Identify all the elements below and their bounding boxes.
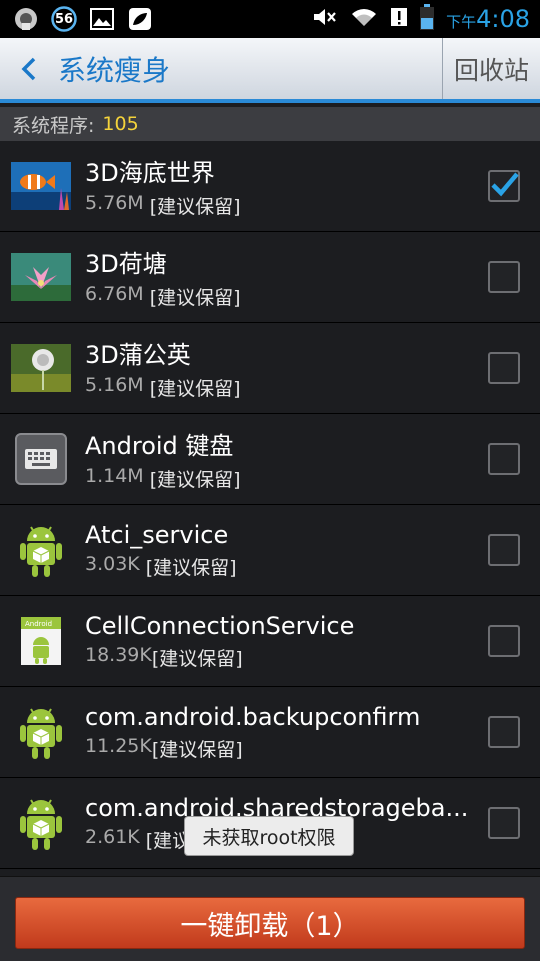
android-robot-icon [11, 520, 71, 580]
recycle-bin-button[interactable]: 回收站 [442, 38, 540, 99]
security-app-icon [12, 5, 40, 33]
select-checkbox[interactable] [488, 625, 520, 657]
clock: 4:08 [476, 5, 530, 33]
app-recommendation: [建议保留] [145, 556, 237, 579]
list-item[interactable]: com.android.backupconfirm 11.25K [建议保留] [0, 687, 540, 778]
list-item[interactable]: 3D荷塘 6.76M [建议保留] [0, 232, 540, 323]
select-checkbox[interactable] [488, 443, 520, 475]
alert-icon [390, 6, 408, 32]
back-button[interactable] [0, 38, 58, 99]
notification-count: 56 [54, 11, 74, 27]
count-value: 105 [102, 113, 139, 135]
select-checkbox[interactable] [488, 261, 520, 293]
app-list: 3D海底世界 5.76M [建议保留] 3D荷塘 6.76M [建议保留] 3D蒲公… [0, 141, 540, 869]
gallery-icon [88, 5, 116, 33]
app-size: 6.76M [85, 283, 144, 305]
chevron-left-icon [21, 57, 36, 80]
app-name: 3D蒲公英 [85, 341, 191, 369]
bottom-action-bar: 一键卸载（1） [0, 876, 540, 961]
select-checkbox[interactable] [488, 716, 520, 748]
system-app-count-bar: 系统程序: 105 [0, 107, 540, 141]
select-checkbox[interactable] [488, 352, 520, 384]
toast-message: 未获取root权限 [184, 816, 354, 856]
app-name: com.android.backupconfirm [85, 702, 421, 731]
android-robot-icon [11, 702, 71, 762]
app-recommendation: [建议保留] [149, 378, 241, 400]
checkmark-icon [491, 172, 519, 197]
leaf-app-icon [126, 5, 154, 33]
title-bar: 系统瘦身 回收站 [0, 38, 540, 103]
count-label: 系统程序: [12, 114, 95, 137]
mute-icon [312, 6, 338, 32]
notification-count-icon: 56 [50, 5, 78, 33]
app-recommendation: [建议保留] [149, 287, 241, 309]
app-recommendation: [建议保留] [149, 196, 241, 218]
app-recommendation: [建议保留] [149, 469, 241, 491]
app-size: 2.61K [85, 825, 140, 848]
fish-wallpaper-icon [11, 156, 71, 216]
app-size: 5.16M [85, 374, 144, 396]
android-package-icon: Android [11, 611, 71, 671]
svg-text:Android: Android [25, 620, 52, 628]
app-name: Android 键盘 [85, 432, 234, 460]
select-checkbox[interactable] [488, 534, 520, 566]
app-name: 3D荷塘 [85, 250, 167, 278]
list-item[interactable]: Atci_service 3.03K [建议保留] [0, 505, 540, 596]
app-size: 1.14M [85, 465, 144, 487]
keyboard-icon [11, 429, 71, 489]
app-name: 3D海底世界 [85, 159, 215, 187]
app-size: 11.25K [85, 734, 152, 757]
lotus-wallpaper-icon [11, 247, 71, 307]
dandelion-wallpaper-icon [11, 338, 71, 398]
page-title: 系统瘦身 [58, 53, 171, 87]
list-item[interactable]: Android 键盘 1.14M [建议保留] [0, 414, 540, 505]
select-checkbox[interactable] [488, 170, 520, 202]
app-size: 3.03K [85, 552, 140, 575]
app-name: CellConnectionService [85, 611, 355, 640]
one-click-uninstall-button[interactable]: 一键卸载（1） [15, 897, 525, 949]
battery-icon [420, 4, 435, 34]
android-robot-icon [11, 793, 71, 853]
app-recommendation: [建议保留] [151, 647, 243, 670]
app-recommendation: [建议保留] [151, 738, 243, 761]
status-bar: 56 下午 4:08 [0, 0, 540, 38]
list-item[interactable]: 3D海底世界 5.76M [建议保留] [0, 141, 540, 232]
app-size: 18.39K [85, 643, 152, 666]
time-period: 下午 [446, 13, 477, 31]
wifi-icon [350, 6, 378, 32]
select-checkbox[interactable] [488, 807, 520, 839]
list-item[interactable]: 3D蒲公英 5.16M [建议保留] [0, 323, 540, 414]
app-size: 5.76M [85, 192, 144, 214]
app-name: Atci_service [85, 520, 229, 549]
list-item[interactable]: Android CellConnectionService 18.39K [建议保… [0, 596, 540, 687]
